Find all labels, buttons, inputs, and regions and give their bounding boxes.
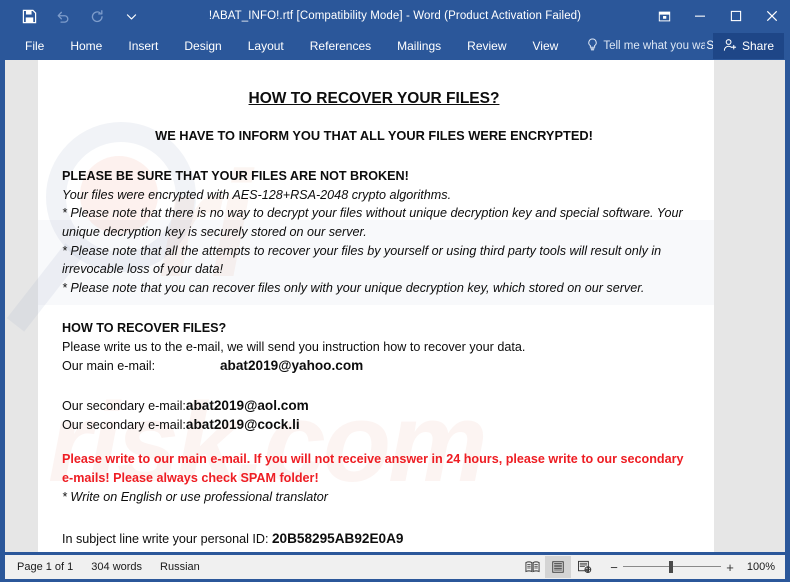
personal-id-label: In subject line write your personal ID:	[62, 532, 269, 547]
web-layout-view-icon[interactable]	[571, 556, 597, 578]
secondary-email-label-1: Our secondary e-mail:	[62, 399, 186, 414]
window-controls	[646, 0, 790, 32]
note-no-decrypt-without-key: * Please note that there is no way to de…	[62, 206, 683, 239]
section-files-not-broken-title: PLEASE BE SURE THAT YOUR FILES ARE NOT B…	[62, 169, 409, 184]
zoom-controls: − + 100%	[605, 560, 775, 575]
status-bar-inner: Page 1 of 1 304 words Russian − + 100%	[5, 555, 785, 579]
title-bar: !ABAT_INFO!.rtf [Compatibility Mode] - W…	[0, 0, 790, 32]
translator-note: * Write on English or use professional t…	[62, 489, 328, 504]
document-heading: HOW TO RECOVER YOUR FILES?	[248, 90, 500, 107]
zoom-out-button[interactable]: −	[605, 560, 623, 575]
document-workspace: ri risk.com HOW TO RECOVER YOUR FILES? W…	[0, 60, 790, 552]
zoom-slider[interactable]	[623, 560, 721, 574]
status-bar-right: − + 100%	[519, 555, 775, 579]
tab-file[interactable]: File	[12, 32, 57, 60]
lightbulb-icon	[587, 38, 598, 54]
secondary-email-row-2: Our secondary e-mail:abat2019@cock.li	[62, 416, 686, 435]
document-page[interactable]: ri risk.com HOW TO RECOVER YOUR FILES? W…	[6, 60, 714, 552]
document-body: HOW TO RECOVER YOUR FILES? WE HAVE TO IN…	[38, 60, 714, 549]
tab-view[interactable]: View	[520, 32, 572, 60]
share-label: Share	[741, 39, 774, 53]
encryption-algorithms-line: Your files were encrypted with AES-128+R…	[62, 187, 452, 202]
redo-icon[interactable]	[80, 3, 114, 29]
secondary-email-value-2[interactable]: abat2019@cock.li	[186, 417, 300, 432]
close-icon[interactable]	[754, 0, 790, 32]
document-canvas: ri risk.com HOW TO RECOVER YOUR FILES? W…	[5, 60, 785, 552]
document-subheading: WE HAVE TO INFORM YOU THAT ALL YOUR FILE…	[155, 127, 593, 143]
restore-icon[interactable]	[718, 0, 754, 32]
share-person-icon	[723, 38, 737, 55]
quick-access-toolbar	[0, 3, 148, 29]
ribbon-tab-bar: File Home Insert Design Layout Reference…	[0, 32, 790, 60]
tab-layout[interactable]: Layout	[235, 32, 297, 60]
customize-quick-access-icon[interactable]	[114, 3, 148, 29]
read-mode-view-icon[interactable]	[519, 556, 545, 578]
note-unique-key-server: * Please note that you can recover files…	[62, 280, 645, 295]
tab-review[interactable]: Review	[454, 32, 519, 60]
tab-mailings[interactable]: Mailings	[384, 32, 454, 60]
page-indicator[interactable]: Page 1 of 1	[17, 561, 73, 573]
tell-me-label: Tell me what you wan	[603, 40, 706, 52]
tab-insert[interactable]: Insert	[115, 32, 171, 60]
status-bar-left: Page 1 of 1 304 words Russian	[5, 561, 200, 573]
write-us-line: Please write us to the e-mail, we will s…	[62, 339, 526, 354]
undo-icon[interactable]	[46, 3, 80, 29]
status-bar: Page 1 of 1 304 words Russian − + 100%	[0, 552, 790, 582]
personal-id-value[interactable]: 20B58295AB92E0A9	[272, 531, 404, 546]
main-email-row: Our main e-mail: abat2019@yahoo.com	[62, 357, 686, 376]
share-button[interactable]: Share	[712, 33, 784, 59]
tab-home[interactable]: Home	[57, 32, 115, 60]
secondary-email-row-1: Our secondary e-mail:abat2019@aol.com	[62, 397, 686, 416]
word-count[interactable]: 304 words	[91, 561, 142, 573]
word-window: !ABAT_INFO!.rtf [Compatibility Mode] - W…	[0, 0, 790, 582]
zoom-slider-thumb[interactable]	[669, 561, 673, 573]
zoom-in-button[interactable]: +	[721, 560, 739, 575]
tab-references[interactable]: References	[297, 32, 384, 60]
tell-me-search[interactable]: Tell me what you wan	[587, 38, 705, 54]
secondary-email-value-1[interactable]: abat2019@aol.com	[186, 398, 309, 413]
personal-id-row: In subject line write your personal ID: …	[62, 530, 686, 549]
save-icon[interactable]	[12, 3, 46, 29]
zoom-level-label[interactable]: 100%	[739, 561, 775, 573]
tab-design[interactable]: Design	[171, 32, 234, 60]
note-third-party-tools: * Please note that all the attempts to r…	[62, 243, 662, 277]
section-how-to-recover-title: HOW TO RECOVER FILES?	[62, 321, 227, 336]
secondary-email-label-2: Our secondary e-mail:	[62, 417, 186, 432]
print-layout-view-icon[interactable]	[545, 556, 571, 578]
language-status[interactable]: Russian	[160, 561, 200, 573]
main-email-value[interactable]: abat2019@yahoo.com	[220, 357, 363, 376]
warning-text: Please write to our main e-mail. If you …	[62, 452, 684, 485]
ribbon-display-options-icon[interactable]	[646, 0, 682, 32]
minimize-icon[interactable]	[682, 0, 718, 32]
main-email-label: Our main e-mail:	[62, 358, 156, 373]
